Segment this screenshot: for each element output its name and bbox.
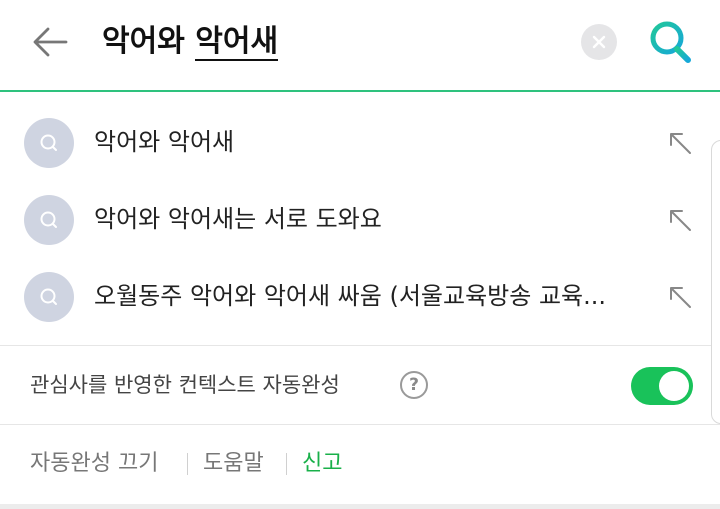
suggestion-item[interactable]: 악어와 악어새 xyxy=(0,103,720,181)
back-button[interactable] xyxy=(28,20,72,64)
suggestion-list: 악어와 악어새 악어와 악어새는 서로 도와요 오월동주 악어와 악어새 싸움 … xyxy=(0,103,720,345)
separator xyxy=(187,453,188,475)
back-arrow-icon xyxy=(33,27,68,57)
suggestion-item[interactable]: 악어와 악어새는 서로 도와요 xyxy=(0,180,720,258)
footer-links: 자동완성 끄기 도움말 신고 xyxy=(0,425,720,509)
search-query-text: 악어와 xyxy=(102,24,196,59)
fill-query-arrow-icon[interactable] xyxy=(664,127,696,159)
search-icon xyxy=(650,21,691,63)
context-autocomplete-label: 관심사를 반영한 컨텍스트 자동완성 xyxy=(30,373,340,397)
suggestion-text: 악어와 악어새 xyxy=(94,128,235,156)
search-circle-icon xyxy=(24,272,74,322)
search-button[interactable] xyxy=(640,12,700,72)
help-icon[interactable]: ? xyxy=(400,371,428,399)
toggle-knob xyxy=(659,371,689,401)
help-link[interactable]: 도움말 xyxy=(203,425,264,503)
suggestion-item[interactable]: 오월동주 악어와 악어새 싸움 (서울교육방송 교육... xyxy=(0,257,720,335)
fill-query-arrow-icon[interactable] xyxy=(664,204,696,236)
clear-icon xyxy=(592,35,606,49)
search-circle-icon xyxy=(24,118,74,168)
suggestion-text: 악어와 악어새는 서로 도와요 xyxy=(94,205,382,233)
context-autocomplete-toggle[interactable] xyxy=(631,367,693,405)
search-underline xyxy=(0,90,720,92)
fill-query-arrow-icon[interactable] xyxy=(664,281,696,313)
report-link[interactable]: 신고 xyxy=(302,425,342,503)
search-query-composing: 악어새 xyxy=(195,24,279,61)
side-panel-edge xyxy=(711,140,720,424)
search-header: 악어와 악어새 xyxy=(0,0,720,92)
search-circle-icon xyxy=(24,195,74,245)
search-input[interactable]: 악어와 악어새 xyxy=(102,18,279,66)
suggestion-text: 오월동주 악어와 악어새 싸움 (서울교육방송 교육... xyxy=(94,282,606,310)
separator xyxy=(286,453,287,475)
turn-off-autocomplete-link[interactable]: 자동완성 끄기 xyxy=(30,425,158,503)
footer-bottom-bar xyxy=(0,504,720,509)
context-autocomplete-row: 관심사를 반영한 컨텍스트 자동완성 ? xyxy=(0,346,720,424)
clear-button[interactable] xyxy=(581,24,617,60)
